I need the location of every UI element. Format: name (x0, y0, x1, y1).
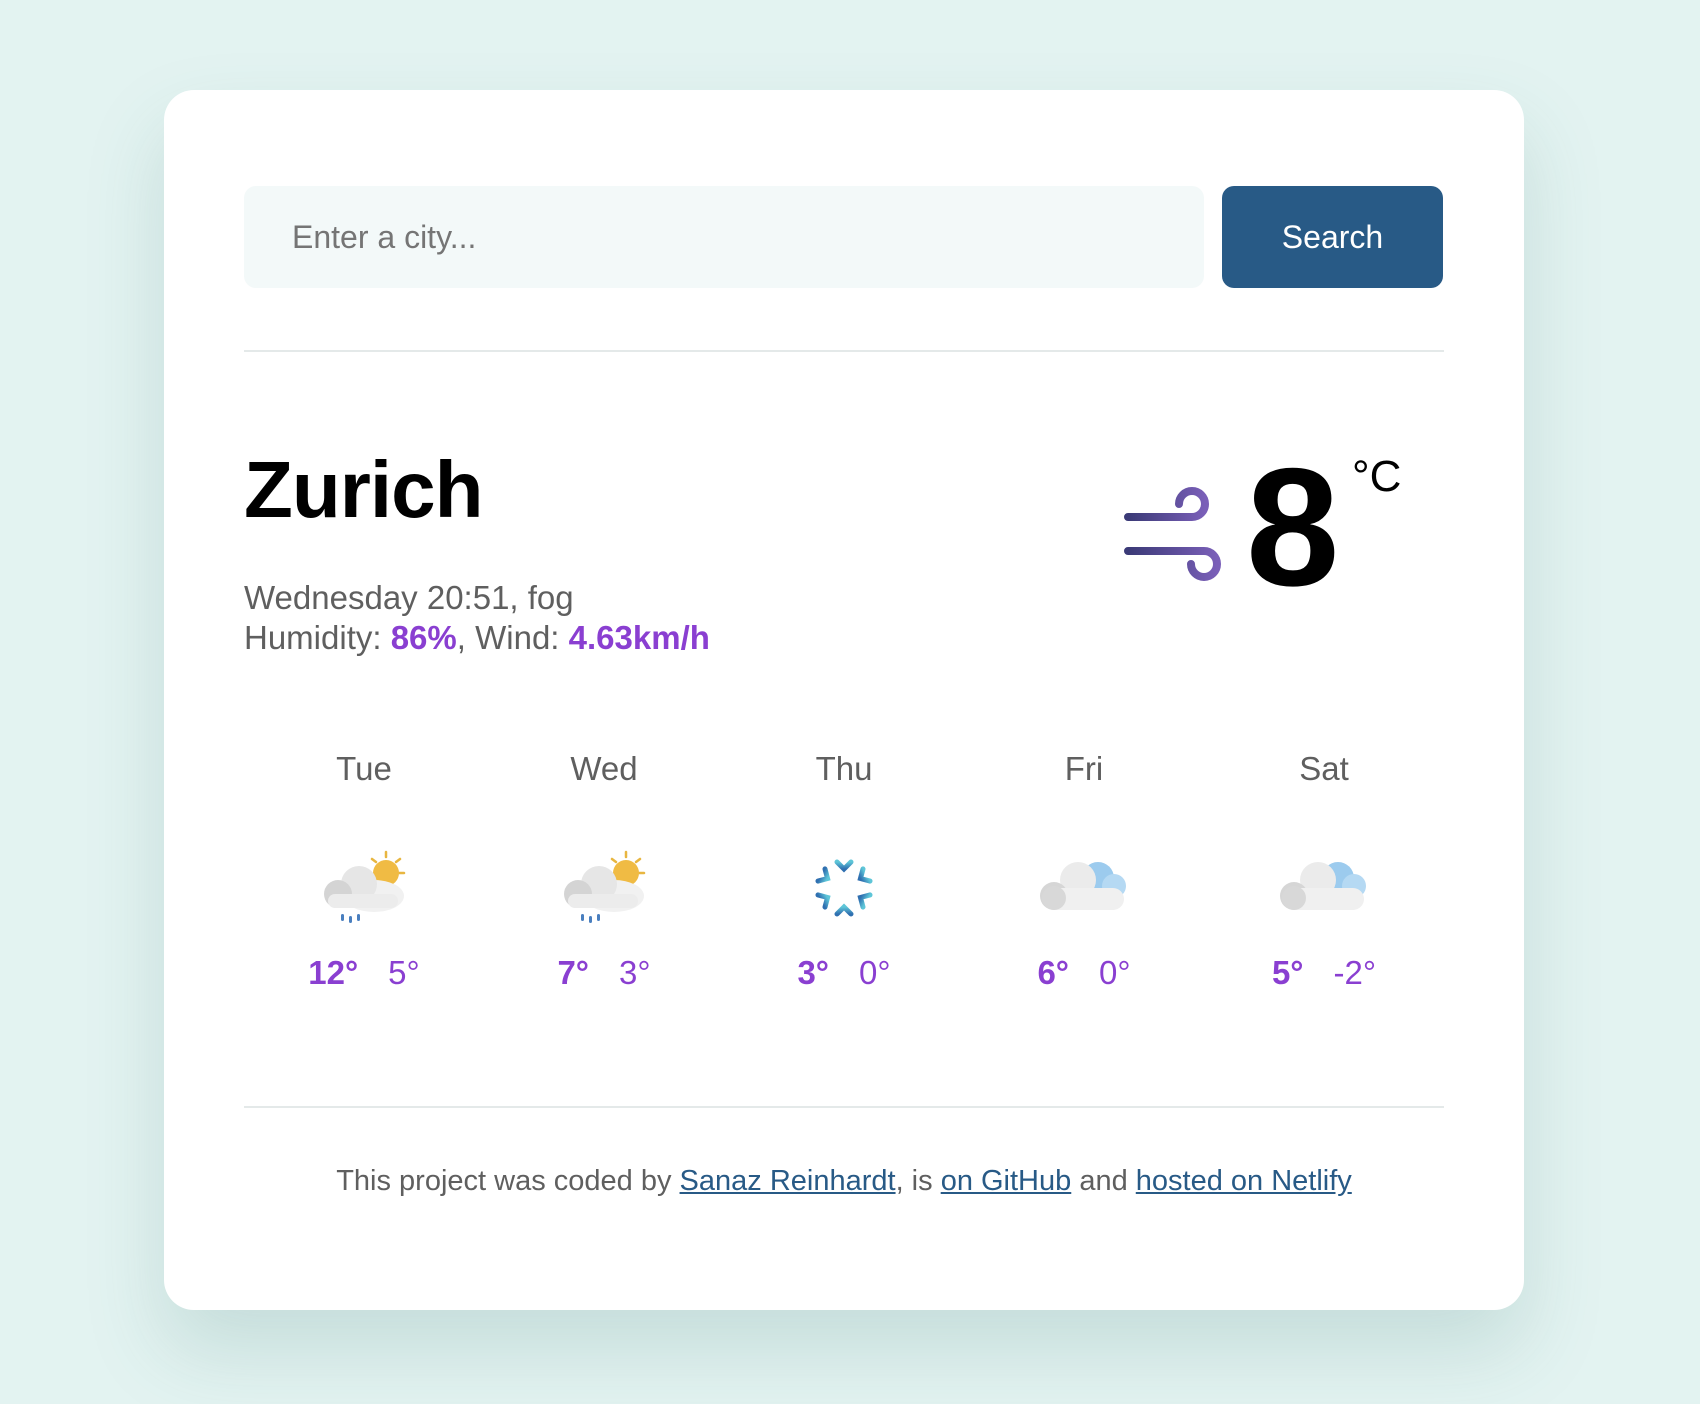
forecast-day: Tue 12° 5° (244, 750, 484, 1070)
author-link[interactable]: Sanaz Reinhardt (680, 1165, 896, 1197)
day-time: Wednesday 20:51 (244, 579, 510, 616)
forecast-day-name: Tue (336, 750, 392, 787)
current-details: Wednesday 20:51, fog Humidity: 86%, Wind… (244, 578, 710, 658)
rain-cloud-sun-icon (564, 850, 646, 923)
forecast-min-temp: 0° (1099, 954, 1131, 991)
footer-text: This project was coded by (336, 1165, 680, 1197)
footer-text: and (1071, 1165, 1136, 1197)
forecast-temps: 3° 0° (724, 954, 964, 992)
forecast-day-name: Sat (1299, 750, 1349, 787)
city-search-input[interactable] (244, 186, 1204, 288)
forecast-day-name: Fri (1064, 750, 1104, 787)
humidity-label: Humidity: (244, 619, 382, 656)
top-divider (244, 350, 1444, 352)
current-temperature: 8 °C (1124, 443, 1454, 611)
humidity-value: 86% (390, 619, 457, 656)
forecast-min-temp: 5° (388, 954, 420, 991)
forecast-day: Thu 3° 0° (724, 750, 964, 1070)
snowflake-icon (813, 853, 875, 923)
humidity-wind-line: Humidity: 86%, Wind: 4.63km/h (244, 619, 710, 656)
forecast-max-temp: 7° (557, 954, 589, 991)
forecast-day: Fri 6° 0° (964, 750, 1204, 1070)
forecast-max-temp: 5° (1271, 954, 1304, 991)
forecast-day: Wed 7° 3° (484, 750, 724, 1070)
wind-label: Wind: (475, 619, 560, 656)
forecast-max-temp: 3° (797, 954, 829, 991)
weather-card: Search Zurich Wednesday 20:51, fog Humid… (164, 90, 1524, 1310)
cloud-icon (1040, 862, 1126, 910)
footer: This project was coded by Sanaz Reinhard… (164, 1165, 1524, 1198)
forecast-temps: 5° -2° (1204, 954, 1444, 992)
forecast-temps: 6° 0° (964, 954, 1204, 992)
forecast-day: Sat 5° -2° (1204, 750, 1444, 1070)
rain-cloud-sun-icon (324, 850, 406, 923)
forecast-day-name: Wed (570, 750, 638, 787)
forecast-min-temp: 3° (619, 954, 651, 991)
forecast-min-temp: -2° (1333, 954, 1377, 991)
footer-text: , is (895, 1165, 941, 1197)
date-description-line: Wednesday 20:51, fog (244, 579, 574, 616)
forecast-min-temp: 0° (859, 954, 891, 991)
github-link[interactable]: on GitHub (941, 1165, 1072, 1197)
forecast-day-name: Thu (815, 750, 873, 787)
cloud-icon (1280, 862, 1366, 910)
weather-description: fog (527, 579, 574, 616)
netlify-link[interactable]: hosted on Netlify (1136, 1165, 1352, 1197)
current-temperature-value: 8 (1246, 433, 1340, 621)
wind-value: 4.63km/h (568, 619, 710, 656)
forecast-temps: 12° 5° (244, 954, 484, 992)
forecast-temps: 7° 3° (484, 954, 724, 992)
city-name: Zurich (244, 445, 483, 534)
search-form: Search (244, 186, 1443, 288)
search-button[interactable]: Search (1222, 186, 1443, 288)
forecast-list: Tue 12° 5° Wed 7° 3° Thu 3° 0° Fri 6° 0°… (244, 750, 1444, 1070)
temperature-unit: °C (1352, 452, 1402, 501)
forecast-max-temp: 12° (308, 954, 359, 991)
forecast-max-temp: 6° (1037, 954, 1069, 991)
wind-icon (1124, 487, 1221, 581)
bottom-divider (244, 1106, 1444, 1108)
